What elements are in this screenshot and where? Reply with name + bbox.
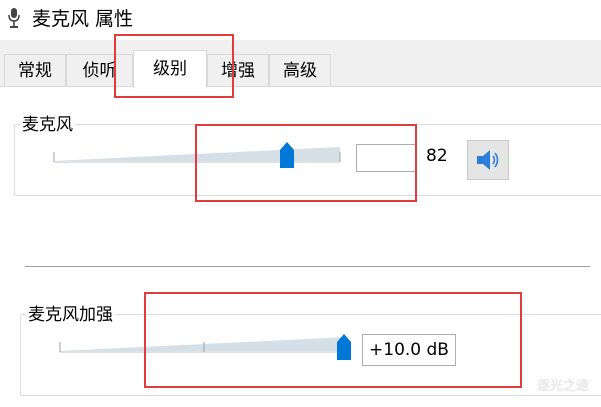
title-bar: 麦克风 属性 bbox=[0, 0, 601, 40]
speaker-icon bbox=[477, 150, 499, 170]
microphone-level-value: 82 bbox=[426, 146, 448, 166]
microphone-boost-highlight bbox=[144, 292, 522, 388]
microphone-icon bbox=[8, 8, 20, 28]
tab-general[interactable]: 常规 bbox=[4, 54, 66, 86]
microphone-level-highlight bbox=[195, 124, 417, 202]
microphone-group-label: 麦克风 bbox=[20, 114, 75, 136]
section-divider bbox=[25, 266, 590, 267]
levels-tab-highlight bbox=[114, 34, 234, 98]
watermark: 逐光之速 bbox=[536, 379, 589, 394]
microphone-boost-group-label: 麦克风加强 bbox=[26, 304, 115, 326]
window-title: 麦克风 属性 bbox=[32, 8, 134, 30]
tab-advanced[interactable]: 高级 bbox=[269, 54, 331, 86]
mute-button[interactable] bbox=[467, 140, 509, 180]
